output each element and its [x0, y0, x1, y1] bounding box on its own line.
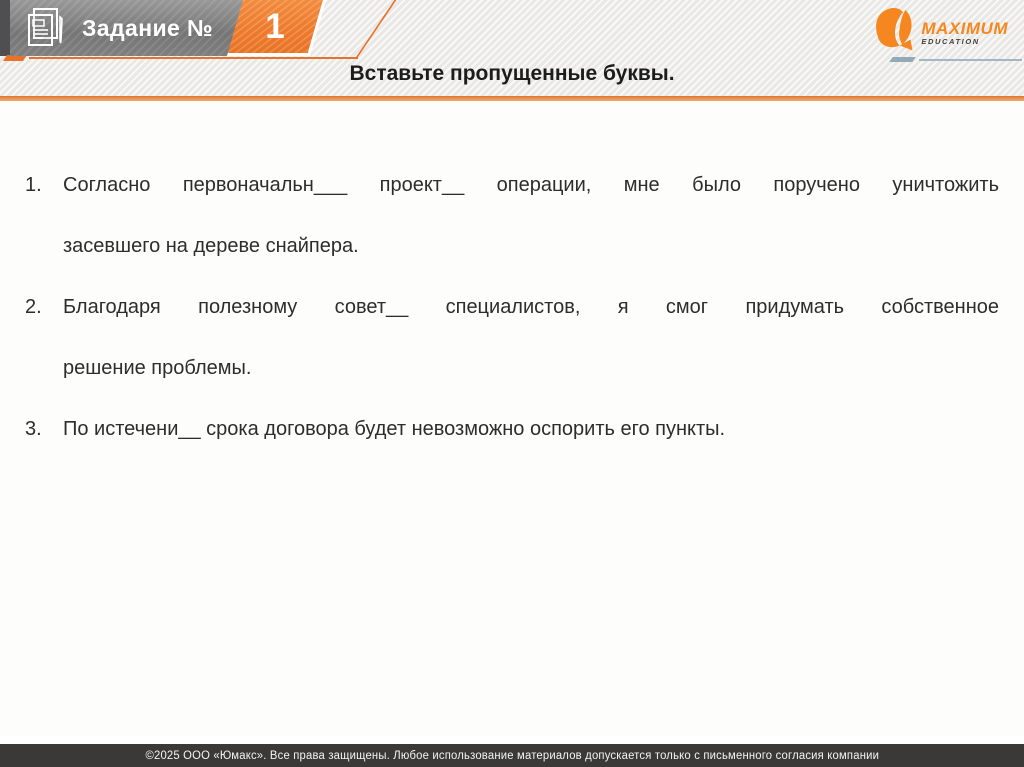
accent-underline [29, 57, 358, 59]
brand-subtitle: EDUCATION [921, 37, 980, 46]
slide-title: Вставьте пропущенные буквы. [349, 62, 675, 85]
item-line: По истечени__ срока договора будет невоз… [63, 418, 726, 440]
item-number: 2. [25, 296, 42, 318]
item-text: Согласно первоначальн___ проект__ операц… [63, 155, 999, 277]
task-item: 1. Согласно первоначальн___ проект__ опе… [25, 155, 999, 277]
header-divider-line [0, 96, 1024, 101]
logo-rule-dash [889, 57, 916, 62]
brand-name: MAXIMUM [921, 19, 1008, 38]
brand-text: MAXIMUM EDUCATION [921, 20, 1008, 46]
task-banner: Задание № [10, 0, 250, 56]
item-line: решение проблемы. [63, 357, 252, 379]
task-item: 2. Благодаря полезному совет__ специалис… [25, 277, 999, 399]
banner-edge-strip [0, 0, 10, 56]
item-line: засевшего на дереве снайпера. [63, 235, 359, 257]
item-line: Согласно первоначальн___ проект__ операц… [63, 174, 999, 196]
item-text: Благодаря полезному совет__ специалистов… [63, 277, 999, 399]
task-number: 1 [265, 6, 286, 46]
logo-rule-line [919, 59, 1022, 61]
maximum-hand-icon [876, 7, 913, 51]
item-text: По истечени__ срока договора будет невоз… [63, 399, 999, 460]
item-number: 3. [25, 418, 42, 440]
task-number-badge: 1 [226, 0, 326, 56]
footer-gap [0, 736, 1024, 744]
footer-bar: ©2025 ООО «Юмакс». Все права защищены. Л… [0, 744, 1024, 767]
item-number: 1. [25, 174, 42, 196]
copyright-text: ©2025 ООО «Юмакс». Все права защищены. Л… [145, 749, 879, 762]
task-list: 1. Согласно первоначальн___ проект__ опе… [25, 155, 999, 460]
task-banner-label: Задание № [82, 14, 214, 41]
document-pen-icon [28, 8, 63, 46]
item-line: Благодаря полезному совет__ специалистов… [63, 296, 999, 318]
brand-logo: MAXIMUM EDUCATION [872, 5, 1008, 53]
task-item: 3. По истечени__ срока договора будет не… [25, 399, 999, 460]
